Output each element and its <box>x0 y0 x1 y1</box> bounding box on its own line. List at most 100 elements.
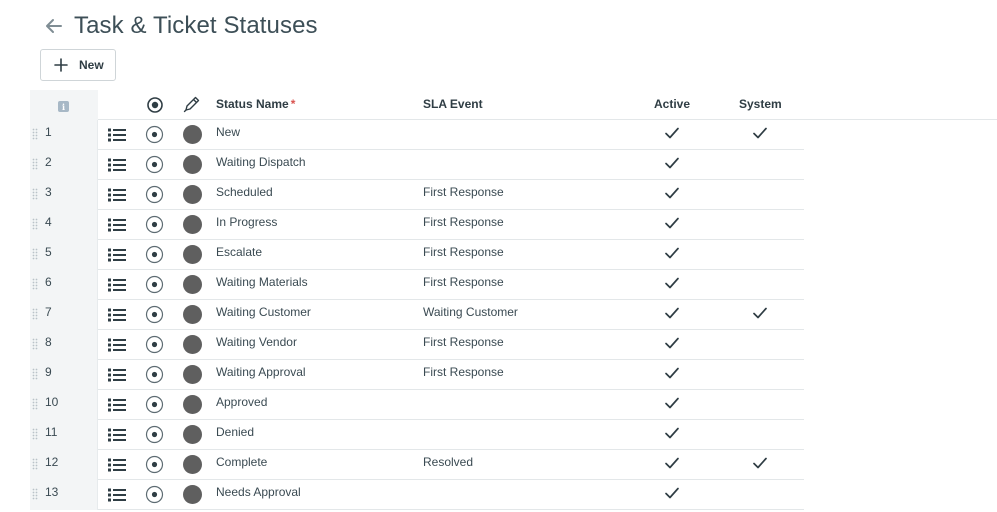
status-color-swatch[interactable] <box>183 395 202 414</box>
status-color-swatch[interactable] <box>183 485 202 504</box>
list-icon[interactable] <box>108 488 126 502</box>
status-name[interactable]: Denied <box>216 425 254 439</box>
drag-handle-icon[interactable] <box>32 397 38 410</box>
status-color-swatch[interactable] <box>183 455 202 474</box>
table-row[interactable]: 2 Waiting Dispatch <box>30 150 804 180</box>
drag-handle-icon[interactable] <box>32 277 38 290</box>
default-radio-icon[interactable] <box>145 305 164 329</box>
default-radio-icon[interactable] <box>145 425 164 449</box>
default-radio-icon[interactable] <box>145 335 164 359</box>
default-radio-icon[interactable] <box>145 185 164 209</box>
back-button[interactable] <box>40 12 68 40</box>
default-radio-icon[interactable] <box>145 275 164 299</box>
sla-event[interactable]: First Response <box>423 275 504 289</box>
status-name[interactable]: Waiting Approval <box>216 365 306 379</box>
default-radio-icon[interactable] <box>145 155 164 179</box>
active-check-icon[interactable] <box>664 486 680 505</box>
status-color-swatch[interactable] <box>183 245 202 264</box>
table-row[interactable]: 6 Waiting Materials First Response <box>30 270 804 300</box>
list-icon[interactable] <box>108 128 126 142</box>
active-check-icon[interactable] <box>664 186 680 205</box>
status-name[interactable]: Approved <box>216 395 267 409</box>
list-icon[interactable] <box>108 368 126 382</box>
sla-event[interactable]: First Response <box>423 185 504 199</box>
status-color-swatch[interactable] <box>183 215 202 234</box>
status-color-swatch[interactable] <box>183 275 202 294</box>
table-row[interactable]: 8 Waiting Vendor First Response <box>30 330 804 360</box>
status-name[interactable]: Waiting Customer <box>216 305 311 319</box>
sla-event[interactable]: First Response <box>423 335 504 349</box>
list-icon[interactable] <box>108 278 126 292</box>
status-name[interactable]: Needs Approval <box>216 485 301 499</box>
list-icon[interactable] <box>108 398 126 412</box>
active-check-icon[interactable] <box>664 246 680 265</box>
drag-handle-icon[interactable] <box>32 187 38 200</box>
status-name[interactable]: Complete <box>216 455 267 469</box>
list-icon[interactable] <box>108 458 126 472</box>
drag-handle-icon[interactable] <box>32 217 38 230</box>
table-row[interactable]: 12 Complete Resolved <box>30 450 804 480</box>
list-icon[interactable] <box>108 248 126 262</box>
table-row[interactable]: 11 Denied <box>30 420 804 450</box>
status-name[interactable]: Scheduled <box>216 185 273 199</box>
info-icon[interactable]: i <box>58 101 69 112</box>
drag-handle-icon[interactable] <box>32 457 38 470</box>
table-row[interactable]: 13 Needs Approval <box>30 480 804 510</box>
sla-event[interactable]: Resolved <box>423 455 473 469</box>
default-radio-icon[interactable] <box>145 485 164 509</box>
list-icon[interactable] <box>108 428 126 442</box>
status-name[interactable]: In Progress <box>216 215 277 229</box>
table-row[interactable]: 7 Waiting Customer Waiting Customer <box>30 300 804 330</box>
drag-handle-icon[interactable] <box>32 247 38 260</box>
active-check-icon[interactable] <box>664 396 680 415</box>
table-row[interactable]: 10 Approved <box>30 390 804 420</box>
sla-event[interactable]: Waiting Customer <box>423 305 518 319</box>
status-color-swatch[interactable] <box>183 155 202 174</box>
default-radio-icon[interactable] <box>145 365 164 389</box>
status-name[interactable]: Waiting Dispatch <box>216 155 306 169</box>
sla-event[interactable]: First Response <box>423 365 504 379</box>
default-radio-icon[interactable] <box>145 395 164 419</box>
active-header[interactable]: Active <box>654 97 690 111</box>
drag-handle-icon[interactable] <box>32 157 38 170</box>
list-icon[interactable] <box>108 188 126 202</box>
status-name[interactable]: New <box>216 125 240 139</box>
table-row[interactable]: 9 Waiting Approval First Response <box>30 360 804 390</box>
active-check-icon[interactable] <box>664 126 680 145</box>
drag-handle-icon[interactable] <box>32 307 38 320</box>
default-radio-icon[interactable] <box>145 245 164 269</box>
status-color-swatch[interactable] <box>183 305 202 324</box>
system-header[interactable]: System <box>739 97 782 111</box>
default-radio-icon[interactable] <box>145 125 164 149</box>
sla-event-header[interactable]: SLA Event <box>423 97 483 111</box>
active-check-icon[interactable] <box>664 336 680 355</box>
active-check-icon[interactable] <box>664 456 680 475</box>
status-color-swatch[interactable] <box>183 425 202 444</box>
list-icon[interactable] <box>108 218 126 232</box>
status-color-swatch[interactable] <box>183 125 202 144</box>
status-name[interactable]: Escalate <box>216 245 262 259</box>
status-color-swatch[interactable] <box>183 185 202 204</box>
status-color-swatch[interactable] <box>183 365 202 384</box>
list-icon[interactable] <box>108 308 126 322</box>
status-name-header[interactable]: Status Name * <box>216 97 295 111</box>
active-check-icon[interactable] <box>664 156 680 175</box>
status-name[interactable]: Waiting Vendor <box>216 335 297 349</box>
status-name[interactable]: Waiting Materials <box>216 275 308 289</box>
drag-handle-icon[interactable] <box>32 427 38 440</box>
active-check-icon[interactable] <box>664 216 680 235</box>
list-icon[interactable] <box>108 338 126 352</box>
active-check-icon[interactable] <box>664 276 680 295</box>
drag-handle-icon[interactable] <box>32 367 38 380</box>
status-color-swatch[interactable] <box>183 335 202 354</box>
table-row[interactable]: 5 Escalate First Response <box>30 240 804 270</box>
table-row[interactable]: 1 New <box>30 120 804 150</box>
table-row[interactable]: 3 Scheduled First Response <box>30 180 804 210</box>
active-check-icon[interactable] <box>664 306 680 325</box>
active-check-icon[interactable] <box>664 426 680 445</box>
drag-handle-icon[interactable] <box>32 337 38 350</box>
drag-handle-icon[interactable] <box>32 127 38 140</box>
default-radio-icon[interactable] <box>145 455 164 479</box>
new-button[interactable]: New <box>40 49 116 81</box>
active-check-icon[interactable] <box>664 366 680 385</box>
